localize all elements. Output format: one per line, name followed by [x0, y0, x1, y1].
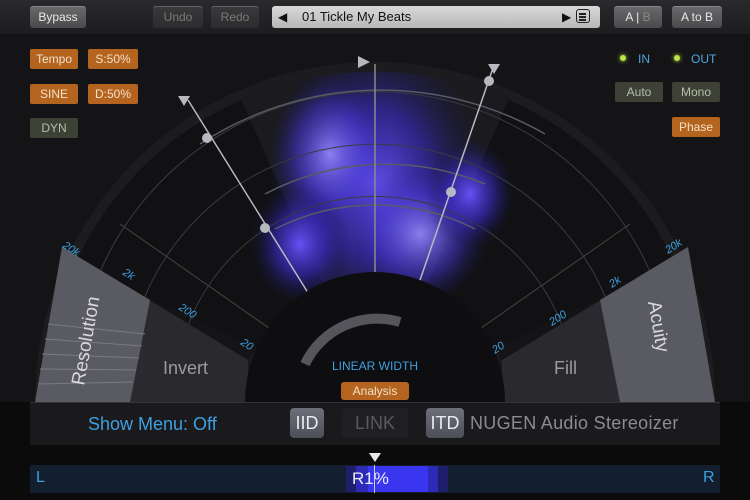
- a-to-b-button[interactable]: A to B: [672, 6, 722, 28]
- balance-pointer-icon[interactable]: [368, 452, 382, 464]
- dyn-button[interactable]: DYN: [30, 118, 78, 138]
- width-handle-right-inner: [446, 187, 456, 197]
- out-led-icon: [674, 55, 680, 61]
- analysis-button[interactable]: Analysis: [341, 382, 409, 400]
- preset-name: 01 Tickle My Beats: [302, 9, 412, 24]
- invert-label[interactable]: Invert: [163, 358, 208, 378]
- balance-left-label: L: [36, 469, 45, 486]
- auto-button[interactable]: Auto: [615, 82, 663, 102]
- in-led-icon: [620, 55, 626, 61]
- preset-selector[interactable]: ◀ 01 Tickle My Beats ▶: [272, 6, 600, 28]
- depth-button[interactable]: D:50%: [88, 84, 138, 104]
- linear-width-label: LINEAR WIDTH: [332, 359, 418, 373]
- ab-compare-button[interactable]: A | B: [614, 6, 662, 28]
- iid-button[interactable]: IID: [290, 408, 324, 438]
- balance-value: R1%: [352, 469, 389, 488]
- sync-button[interactable]: S:50%: [88, 49, 138, 69]
- preset-list-icon[interactable]: [576, 9, 590, 23]
- ab-b-label: B: [642, 10, 651, 24]
- in-label: IN: [638, 52, 650, 66]
- undo-button[interactable]: Undo: [153, 6, 203, 28]
- phase-button[interactable]: Phase: [672, 117, 720, 137]
- top-toolbar: Bypass Undo Redo ◀ 01 Tickle My Beats ▶ …: [0, 0, 750, 34]
- sine-button[interactable]: SINE: [30, 84, 78, 104]
- width-handle-right: [484, 76, 494, 86]
- width-handle-left-inner: [260, 223, 270, 233]
- next-preset-icon[interactable]: ▶: [562, 6, 571, 28]
- tempo-button[interactable]: Tempo: [30, 49, 78, 69]
- ab-a-label: A: [625, 10, 633, 24]
- redo-button[interactable]: Redo: [211, 6, 259, 28]
- show-menu-toggle[interactable]: Show Menu: Off: [88, 414, 217, 435]
- balance-right-label: R: [703, 469, 715, 486]
- ab-separator: |: [636, 10, 640, 24]
- itd-button[interactable]: ITD: [426, 408, 464, 438]
- fill-label[interactable]: Fill: [554, 358, 577, 378]
- previous-preset-icon[interactable]: ◀: [278, 6, 287, 28]
- out-label: OUT: [691, 52, 717, 66]
- link-button[interactable]: LINK: [342, 408, 408, 438]
- bypass-button[interactable]: Bypass: [30, 6, 86, 28]
- brand-label: NUGEN Audio Stereoizer: [470, 413, 679, 433]
- width-handle-left: [202, 133, 212, 143]
- mono-button[interactable]: Mono: [672, 82, 720, 102]
